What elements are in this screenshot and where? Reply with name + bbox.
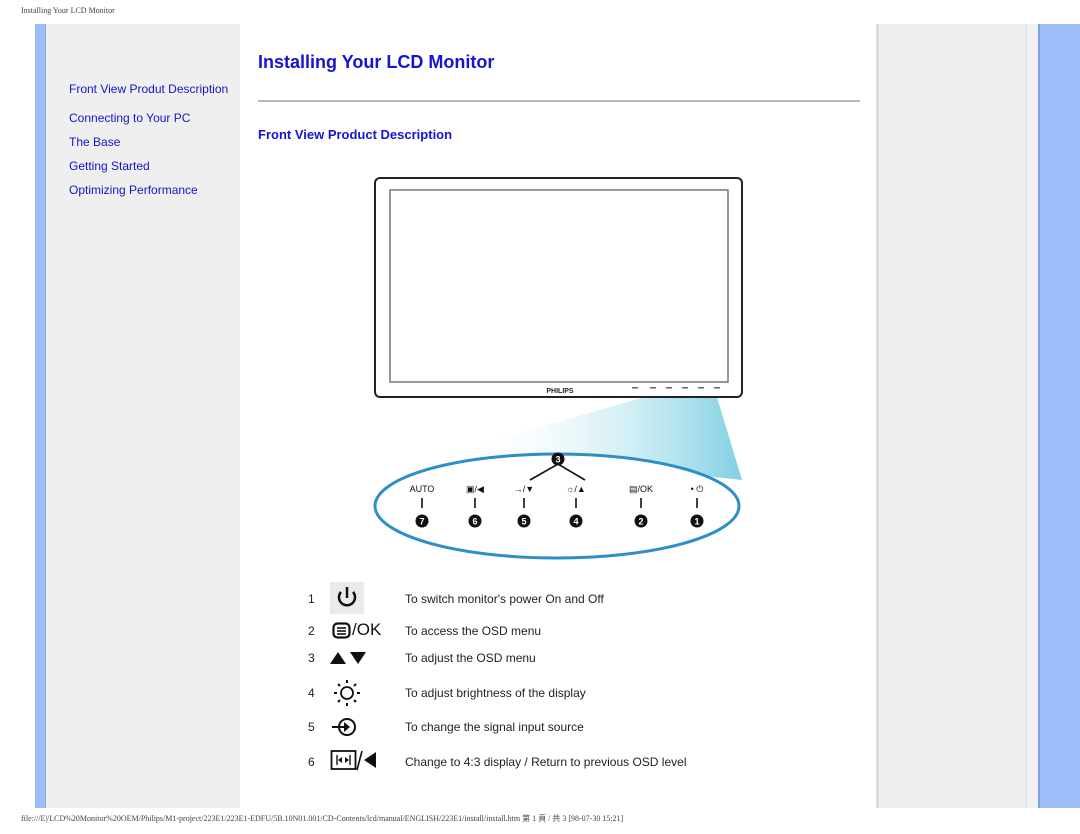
- right-panel: [876, 24, 1029, 808]
- control-row: 4 To adjust brightness of the display: [308, 678, 728, 708]
- svg-text:2: 2: [638, 517, 643, 527]
- button-callout: [373, 452, 741, 560]
- svg-text:7: 7: [419, 517, 424, 527]
- sidebar-nav: Front View Produt Description Connecting…: [69, 82, 228, 207]
- control-row: 6 Change to 4:3 display / Return to prev…: [308, 748, 728, 778]
- callout-4: 4: [569, 514, 583, 528]
- up-down-icon: [330, 648, 400, 678]
- input-source-icon: [330, 714, 400, 744]
- monitor-screen: [389, 189, 729, 383]
- button-label-input: →/▼: [514, 484, 534, 494]
- right-stripe: [1038, 24, 1080, 808]
- button-label-aspect: ▣/◀: [466, 484, 484, 494]
- svg-text:5: 5: [521, 517, 526, 527]
- sidebar-link-optimizing[interactable]: Optimizing Performance: [69, 183, 228, 197]
- control-row: 1 To switch monitor's power On and Off: [308, 582, 728, 614]
- button-label-power: • ⏻: [691, 484, 704, 494]
- left-stripe: [35, 24, 46, 808]
- monitor-figure: PHILIPS AUTO ▣/◀ →/▼ ☼/▲ ▤/OK • ⏻ 7 6 5 …: [370, 175, 755, 580]
- menu-ok-icon: /OK: [330, 620, 400, 650]
- button-label-brightness: ☼/▲: [566, 484, 586, 494]
- page-title: Installing Your LCD Monitor: [258, 52, 495, 72]
- section-title: Front View Product Description: [258, 127, 453, 142]
- divider: [258, 100, 860, 102]
- callout-7: 7: [415, 514, 429, 528]
- control-row: 3 To adjust the OSD menu: [308, 648, 728, 678]
- svg-text:4: 4: [573, 517, 578, 527]
- power-icon: [330, 582, 400, 614]
- page-header: Installing Your LCD Monitor: [21, 6, 115, 15]
- sidebar-link-front-view[interactable]: Front View Produt Description: [69, 82, 228, 96]
- brightness-icon: [330, 678, 400, 708]
- sidebar-link-getting-started[interactable]: Getting Started: [69, 159, 228, 173]
- button-label-auto: AUTO: [410, 484, 435, 494]
- svg-text:1: 1: [694, 517, 699, 527]
- callout-6: 6: [468, 514, 482, 528]
- brand-logo: PHILIPS: [546, 388, 574, 395]
- callout-5: 5: [517, 514, 531, 528]
- callout-3: 3: [551, 452, 565, 466]
- aspect-back-icon: [330, 748, 400, 778]
- callout-1: 1: [690, 514, 704, 528]
- control-row: 5 To change the signal input source: [308, 714, 728, 744]
- button-label-menu: ▤/OK: [629, 484, 653, 494]
- svg-text:3: 3: [555, 455, 560, 465]
- svg-text:6: 6: [472, 517, 477, 527]
- sidebar-link-base[interactable]: The Base: [69, 135, 228, 149]
- sidebar-link-connecting[interactable]: Connecting to Your PC: [69, 111, 228, 125]
- callout-2: 2: [634, 514, 648, 528]
- control-row: 2 /OK To access the OSD menu: [308, 620, 728, 650]
- page-footer: file:///E|/LCD%20Monitor%20OEM/Philips/M…: [21, 814, 624, 823]
